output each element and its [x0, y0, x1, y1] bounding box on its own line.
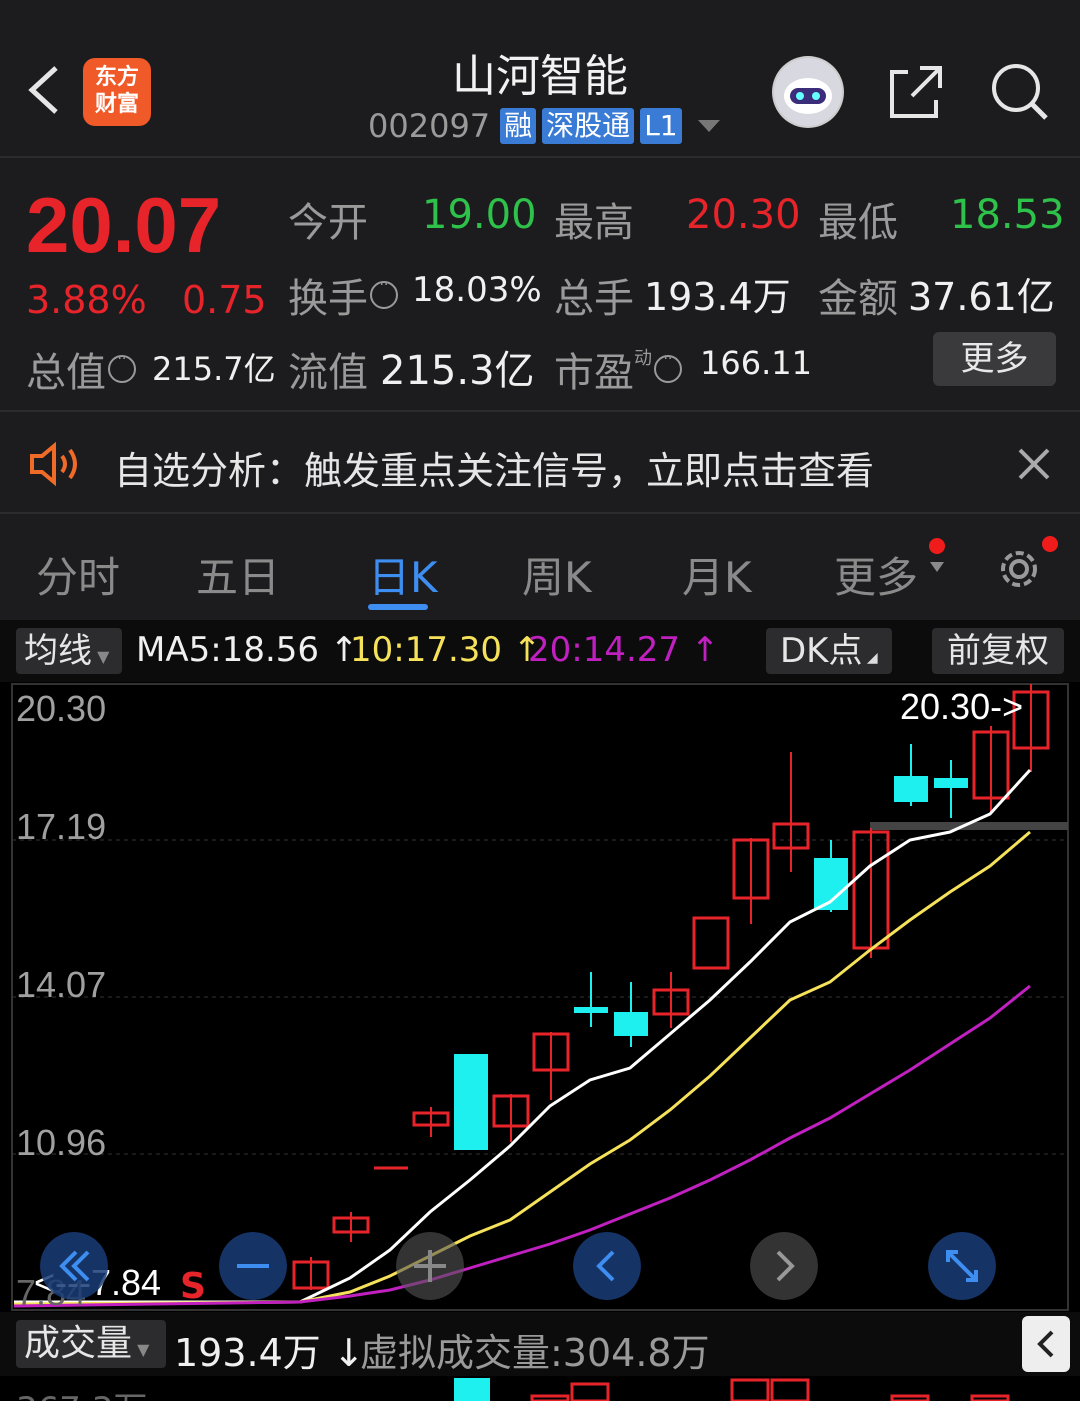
- connect-tag: 深股通: [542, 108, 635, 144]
- period-tabs: 分时 五日 日K 周K 月K 更多: [0, 516, 1080, 618]
- change-amount: 0.75: [182, 278, 267, 322]
- ma-bar: 均线 ▼ MA5:18.56 ↑ 10:17.30 ↑ 20:14.27 ↑ D…: [0, 620, 1080, 682]
- amount-value: 37.61亿: [908, 275, 1055, 319]
- low-label: 最低: [818, 200, 898, 246]
- change-percent: 3.88%: [26, 278, 147, 322]
- ma5-value: MA5:18.56 ↑: [136, 630, 359, 670]
- y-axis-label: 20.30: [16, 688, 107, 729]
- low-value: 18.53: [950, 192, 1065, 238]
- chevron-down-icon: [930, 562, 944, 572]
- info-icon[interactable]: [370, 277, 398, 309]
- collapse-button[interactable]: [1022, 1316, 1070, 1372]
- volume-chart: 367.3万: [0, 1376, 1080, 1401]
- open-value: 19.00: [422, 192, 537, 238]
- share-icon[interactable]: [884, 60, 948, 124]
- chevron-left-icon: [1037, 1330, 1054, 1358]
- pe-value: 166.11: [700, 344, 812, 382]
- active-tab-indicator: [368, 604, 428, 610]
- high-value: 20.30: [686, 192, 801, 238]
- high-label: 最高: [554, 200, 634, 246]
- amount-label: 金额: [818, 276, 898, 322]
- turnover-label: 换手: [288, 266, 398, 324]
- ma10-value: 10:17.30 ↑: [350, 630, 542, 670]
- stock-code-row[interactable]: 002097 融 深股通 L1: [368, 106, 720, 146]
- sell-marker: S: [180, 1266, 206, 1307]
- top-bar: 东方 财富 山河智能 002097 融 深股通 L1: [0, 0, 1080, 158]
- search-icon[interactable]: [988, 60, 1052, 124]
- open-label: 今开: [288, 200, 368, 246]
- turnover-value: 18.03%: [412, 270, 542, 310]
- last-price: 20.07: [26, 181, 222, 269]
- close-icon[interactable]: [1016, 446, 1052, 482]
- dk-button[interactable]: DK点 ◢: [766, 628, 892, 674]
- tab-more[interactable]: 更多: [834, 544, 918, 605]
- y-axis-label: 17.19: [16, 806, 107, 847]
- quote-panel: 20.07 3.88% 0.75 今开 19.00 最高 20.30 最低 18…: [0, 160, 1080, 408]
- high-marker: 20.30->: [900, 686, 1024, 727]
- kline-chart[interactable]: 20.30 17.19 14.07 10.96 7.84 20.30-> <--…: [0, 682, 1080, 1313]
- stock-code: 002097: [368, 107, 491, 145]
- info-icon[interactable]: [654, 351, 682, 383]
- y-axis-label: 14.07: [16, 964, 107, 1005]
- gear-icon[interactable]: [992, 542, 1046, 596]
- adjust-button[interactable]: 前复权: [932, 628, 1064, 674]
- expand-icon[interactable]: [928, 1232, 996, 1300]
- volume-label: 总手: [554, 276, 634, 322]
- speaker-icon: [30, 442, 77, 486]
- virtual-volume: 虚拟成交量:304.8万: [360, 1331, 710, 1375]
- margin-tag: 融: [500, 108, 537, 144]
- tab-five-day[interactable]: 五日: [196, 544, 280, 605]
- assistant-avatar-icon[interactable]: [772, 56, 844, 128]
- pe-label: 市盈动: [554, 340, 682, 398]
- notification-dot: [929, 538, 945, 554]
- zoom-in-icon[interactable]: [396, 1232, 464, 1300]
- more-button[interactable]: 更多: [933, 332, 1056, 386]
- mktcap-label: 总值: [26, 340, 136, 398]
- scroll-right-icon[interactable]: [750, 1232, 818, 1300]
- chevron-down-icon: [697, 120, 720, 132]
- float-value: 215.3亿: [380, 348, 535, 394]
- notice-banner[interactable]: 自选分析：触发重点关注信号，立即点击查看: [0, 410, 1080, 514]
- mktcap-value: 215.7亿: [152, 350, 276, 388]
- volume-value: 193.4万: [644, 275, 791, 319]
- level-tag: L1: [640, 108, 682, 144]
- kline-svg: [11, 683, 1069, 1311]
- notification-dot: [1042, 536, 1058, 552]
- scroll-left-icon[interactable]: [573, 1232, 641, 1300]
- indicator-selector[interactable]: 均线 ▼: [16, 628, 122, 674]
- volume-bars: [454, 1378, 1010, 1401]
- ma20-value: 20:14.27 ↑: [528, 630, 720, 670]
- tab-monthly-k[interactable]: 月K: [682, 544, 752, 605]
- volume-bar: 成交量 ▼ 193.4万 ↓ 虚拟成交量:304.8万: [0, 1312, 1080, 1376]
- notice-text: 自选分析：触发重点关注信号，立即点击查看: [114, 449, 875, 493]
- y-axis-label: 10.96: [16, 1122, 107, 1163]
- tab-daily-k[interactable]: 日K: [368, 544, 438, 605]
- volume-selector[interactable]: 成交量 ▼: [16, 1320, 166, 1368]
- float-label: 流值: [288, 350, 368, 396]
- rewind-icon[interactable]: [40, 1232, 108, 1300]
- info-icon[interactable]: [108, 351, 136, 383]
- tab-weekly-k[interactable]: 周K: [522, 544, 592, 605]
- zoom-out-icon[interactable]: [219, 1232, 287, 1300]
- tab-intraday[interactable]: 分时: [36, 544, 120, 605]
- volume-value: 193.4万 ↓: [174, 1331, 365, 1375]
